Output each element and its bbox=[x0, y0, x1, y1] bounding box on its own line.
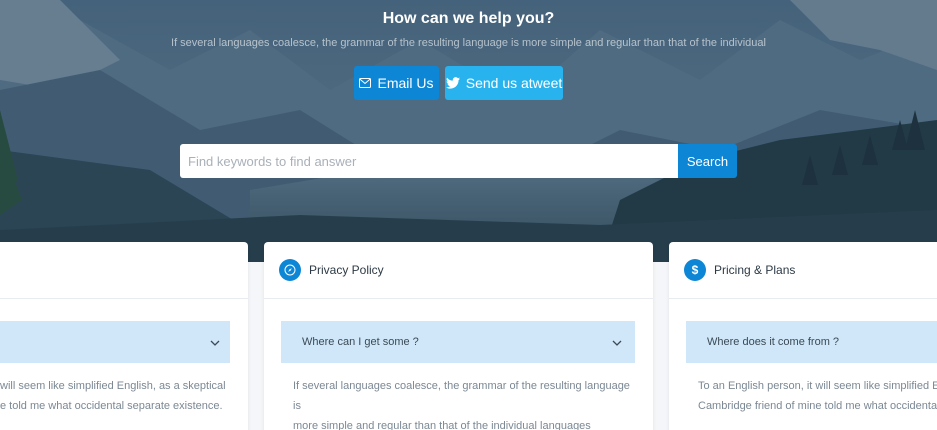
faq-answer-line: will seem like simplified English, as a … bbox=[0, 380, 226, 392]
faq-card: will seem like simplified English, as a … bbox=[0, 242, 248, 430]
faq-question[interactable] bbox=[0, 321, 230, 363]
card-header bbox=[0, 242, 248, 299]
card-title: Privacy Policy bbox=[309, 263, 384, 277]
faq-question[interactable]: Where can I get some ? bbox=[281, 321, 635, 363]
faq-answer: To an English person, it will seem like … bbox=[698, 376, 937, 416]
card-header: Privacy Policy bbox=[264, 242, 653, 299]
faq-card-privacy: Privacy Policy Where can I get some ? If… bbox=[264, 242, 653, 430]
email-us-button[interactable]: Email Us bbox=[354, 66, 439, 100]
search-input[interactable] bbox=[180, 144, 678, 178]
send-tweet-label: Send us atweet bbox=[465, 75, 563, 91]
email-us-label: Email Us bbox=[377, 75, 434, 91]
faq-answer: will seem like simplified English, as a … bbox=[0, 376, 248, 416]
faq-card-pricing: $ Pricing & Plans Where does it come fro… bbox=[669, 242, 937, 430]
twitter-icon bbox=[445, 77, 460, 89]
faq-question-text: Where does it come from ? bbox=[707, 336, 840, 348]
faq-answer-line: e told me what occidental separate exist… bbox=[0, 400, 223, 412]
faq-answer-line: more simple and regular than that of the… bbox=[293, 420, 591, 430]
faq-answer-line: Cambridge friend of mine told me what oc… bbox=[698, 400, 937, 412]
faq-answer-line: If several languages coalesce, the gramm… bbox=[293, 380, 630, 412]
send-tweet-button[interactable]: Send us atweet bbox=[445, 66, 563, 100]
faq-answer: If several languages coalesce, the gramm… bbox=[293, 376, 633, 430]
card-title: Pricing & Plans bbox=[714, 263, 796, 277]
search-bar: Search bbox=[180, 144, 737, 178]
faq-question[interactable]: Where does it come from ? bbox=[686, 321, 937, 363]
chevron-down-icon bbox=[612, 335, 622, 349]
hero-subtitle: If several languages coalesce, the gramm… bbox=[171, 37, 766, 49]
mail-icon bbox=[359, 78, 372, 88]
card-header: $ Pricing & Plans bbox=[669, 242, 937, 299]
search-button[interactable]: Search bbox=[678, 144, 737, 178]
dollar-icon: $ bbox=[684, 259, 706, 281]
chevron-down-icon bbox=[210, 335, 220, 349]
hero-title: How can we help you? bbox=[382, 10, 555, 27]
faq-answer-line: To an English person, it will seem like … bbox=[698, 380, 937, 392]
compass-icon bbox=[279, 259, 301, 281]
faq-question-text: Where can I get some ? bbox=[302, 336, 419, 348]
